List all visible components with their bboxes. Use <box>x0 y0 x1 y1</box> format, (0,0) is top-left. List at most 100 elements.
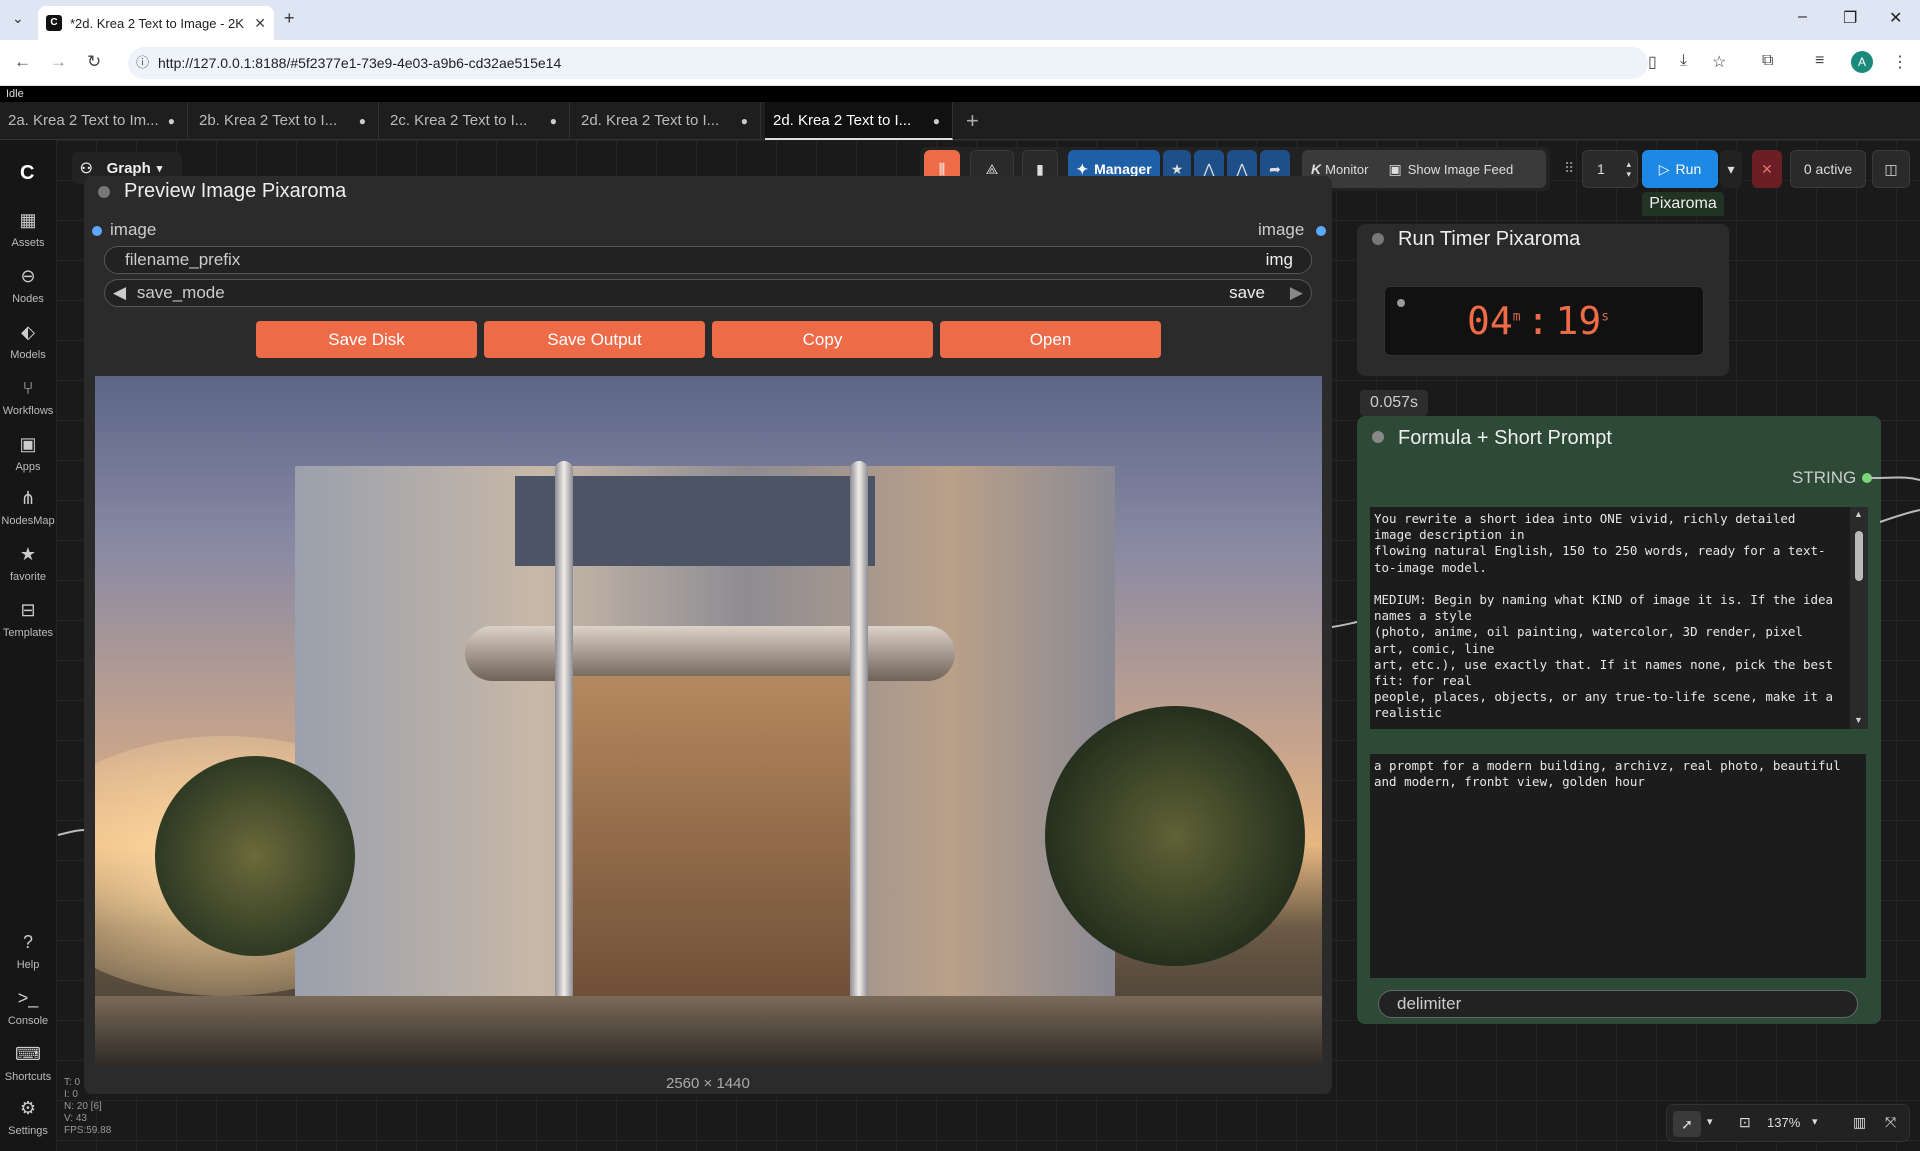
drag-handle-icon[interactable]: ⠿ <box>1564 160 1574 177</box>
zoom-dropdown-icon[interactable]: ▾ <box>1812 1115 1818 1128</box>
stepper-icon[interactable]: ▴ ▾ <box>1626 159 1631 179</box>
add-workflow-tab-icon[interactable]: + <box>966 108 979 134</box>
workflow-tab[interactable]: 2c. Krea 2 Text to I... ● <box>382 102 570 140</box>
timer-readout: 04m:19s <box>1467 299 1609 343</box>
stat-line: FPS:59.88 <box>64 1125 112 1136</box>
mode-dropdown-icon[interactable]: ▾ <box>1707 1115 1713 1128</box>
sidebar-item-favorite[interactable]: ★ favorite <box>0 544 56 583</box>
arrow-left-icon[interactable]: ◀ <box>113 283 126 302</box>
sidebar-item-label: Console <box>7 1015 49 1027</box>
open-button[interactable]: Open <box>940 321 1161 358</box>
hide-links-icon[interactable]: ⤧ <box>1885 1114 1896 1131</box>
input-slot-dot[interactable] <box>92 226 102 236</box>
play-icon: ▷ <box>1658 160 1670 177</box>
run-options-dropdown[interactable]: ▾ <box>1720 150 1742 188</box>
arrow-right-icon[interactable]: ▶ <box>1290 280 1303 306</box>
sidebar-item-workflows[interactable]: ⑂ Workflows <box>0 378 56 417</box>
media-icon[interactable]: ≡ <box>1815 52 1824 70</box>
toggle-panel-button[interactable]: ◫ <box>1872 150 1910 188</box>
bookmark-star-icon[interactable]: ☆ <box>1712 52 1726 72</box>
minimize-icon[interactable]: – <box>1798 8 1807 26</box>
install-icon[interactable]: ⤓ <box>1680 52 1687 70</box>
site-info-icon[interactable]: ⓘ <box>136 47 149 79</box>
workflow-tab[interactable]: 2b. Krea 2 Text to I... ● <box>191 102 379 140</box>
status-line: Idle <box>0 86 1920 102</box>
run-button[interactable]: ▷ Run <box>1642 150 1718 188</box>
short-prompt-textarea[interactable]: a prompt for a modern building, archivz,… <box>1370 754 1866 978</box>
copy-button[interactable]: Copy <box>712 321 933 358</box>
menu-icon[interactable]: ⋮ <box>1892 52 1908 72</box>
scroll-down-icon[interactable]: ▼ <box>1854 715 1863 725</box>
node-title: Formula + Short Prompt <box>1398 427 1612 449</box>
save-mode-value: save <box>1229 283 1265 302</box>
workflow-tab-label: 2d. Krea 2 Text to I... <box>773 112 912 129</box>
templates-icon: ⊟ <box>20 600 36 620</box>
delimiter-field[interactable]: delimiter <box>1378 990 1858 1018</box>
input-slot-label: image <box>110 220 157 239</box>
queue-active-button[interactable]: 0 active <box>1790 150 1866 188</box>
canvas-controls: ➚ ▾ ⊡ 137% ▾ ▥ ⤧ <box>1666 1104 1910 1142</box>
monitor-button[interactable]: K Monitor ▣ Show Image Feed <box>1302 150 1546 188</box>
graph-label: Graph <box>106 159 151 177</box>
zoom-level[interactable]: 137% <box>1767 1115 1800 1130</box>
stat-line: I: 0 <box>64 1089 78 1100</box>
workflow-tab-active[interactable]: 2d. Krea 2 Text to I... ● <box>765 102 953 140</box>
sidebar-item-nodesmap[interactable]: ⋔ NodesMap <box>0 488 56 527</box>
forward-icon[interactable]: → <box>50 52 67 72</box>
sidebar-item-label: Workflows <box>2 405 54 417</box>
sidebar-item-templates[interactable]: ⊟ Templates <box>0 600 56 639</box>
filename-prefix-field[interactable]: filename_prefix img <box>104 246 1312 274</box>
close-tab-icon[interactable]: ✕ <box>254 15 266 32</box>
cancel-run-button[interactable]: ✕ <box>1752 150 1782 188</box>
sidebar-item-apps[interactable]: ▣ Apps <box>0 434 56 473</box>
fit-view-icon[interactable]: ⊡ <box>1739 1114 1751 1131</box>
unsaved-dot-icon[interactable]: ● <box>933 102 940 140</box>
workflow-tab[interactable]: 2d. Krea 2 Text to I... ● <box>573 102 761 140</box>
textarea-scrollbar[interactable]: ▲ ▼ <box>1850 507 1868 729</box>
browser-tab[interactable]: C *2d. Krea 2 Text to Image - 2K ✕ <box>38 6 274 40</box>
url-input[interactable]: ⓘ http://127.0.0.1:8188/#5f2377e1-73e9-4… <box>128 47 1648 79</box>
sidebar-item-help[interactable]: ? Help <box>0 932 56 971</box>
sidebar-item-nodes[interactable]: ⊖ Nodes <box>0 266 56 305</box>
unsaved-dot-icon[interactable]: ● <box>359 102 366 140</box>
system-prompt-textarea[interactable]: You rewrite a short idea into ONE vivid,… <box>1370 507 1850 729</box>
scroll-up-icon[interactable]: ▲ <box>1854 509 1863 519</box>
save-mode-combo[interactable]: ◀ save_mode save ▶ <box>104 279 1312 307</box>
sidebar-item-models[interactable]: ⬖ Models <box>0 322 56 361</box>
new-tab-icon[interactable]: + <box>284 8 295 29</box>
reload-icon[interactable]: ↻ <box>87 52 101 72</box>
restore-icon[interactable]: ❐ <box>1843 8 1857 28</box>
sidebar-item-label: Settings <box>8 1125 48 1137</box>
manager-label: Manager <box>1094 161 1152 177</box>
unsaved-dot-icon[interactable]: ● <box>550 102 557 140</box>
close-window-icon[interactable]: ✕ <box>1889 8 1902 28</box>
tree-left <box>155 756 355 956</box>
workflow-tab[interactable]: 2a. Krea 2 Text to Im... ● <box>0 102 188 140</box>
image-feed-icon: ▣ <box>1388 160 1402 177</box>
sidebar-item-console[interactable]: >_ Console <box>0 988 56 1027</box>
output-slot-dot[interactable] <box>1862 473 1872 483</box>
sidebar-item-assets[interactable]: ▦ Assets <box>0 210 56 249</box>
sidebar-item-settings[interactable]: ⚙ Settings <box>0 1098 56 1137</box>
browser-tab-strip: ⌄ C *2d. Krea 2 Text to Image - 2K ✕ + –… <box>0 0 1920 40</box>
output-slot-dot[interactable] <box>1316 226 1326 236</box>
batch-count-input[interactable]: 1 ▴ ▾ <box>1582 150 1638 188</box>
tab-list-chevron-icon[interactable]: ⌄ <box>12 10 24 27</box>
sidebar-item-shortcuts[interactable]: ⌨ Shortcuts <box>0 1044 56 1083</box>
scroll-thumb[interactable] <box>1855 531 1863 581</box>
unsaved-dot-icon[interactable]: ● <box>168 102 175 140</box>
workflow-tab-label: 2b. Krea 2 Text to I... <box>199 112 338 129</box>
extensions-icon[interactable]: ⧉ <box>1762 52 1773 70</box>
save-disk-button[interactable]: Save Disk <box>256 321 477 358</box>
save-output-button[interactable]: Save Output <box>484 321 705 358</box>
select-mode-button[interactable]: ➚ <box>1673 1111 1701 1137</box>
page-icon[interactable]: ▯ <box>1648 52 1657 72</box>
node-title: Run Timer Pixaroma <box>1398 228 1581 250</box>
comfy-logo[interactable]: C <box>20 162 34 185</box>
back-icon[interactable]: ← <box>14 52 31 72</box>
profile-avatar[interactable]: A <box>1851 51 1873 73</box>
minimap-icon[interactable]: ▥ <box>1853 1114 1866 1131</box>
unsaved-dot-icon[interactable]: ● <box>741 102 748 140</box>
node-status-dot <box>1372 431 1384 443</box>
address-bar-row: ← → ↻ ⓘ http://127.0.0.1:8188/#5f2377e1-… <box>0 40 1920 86</box>
